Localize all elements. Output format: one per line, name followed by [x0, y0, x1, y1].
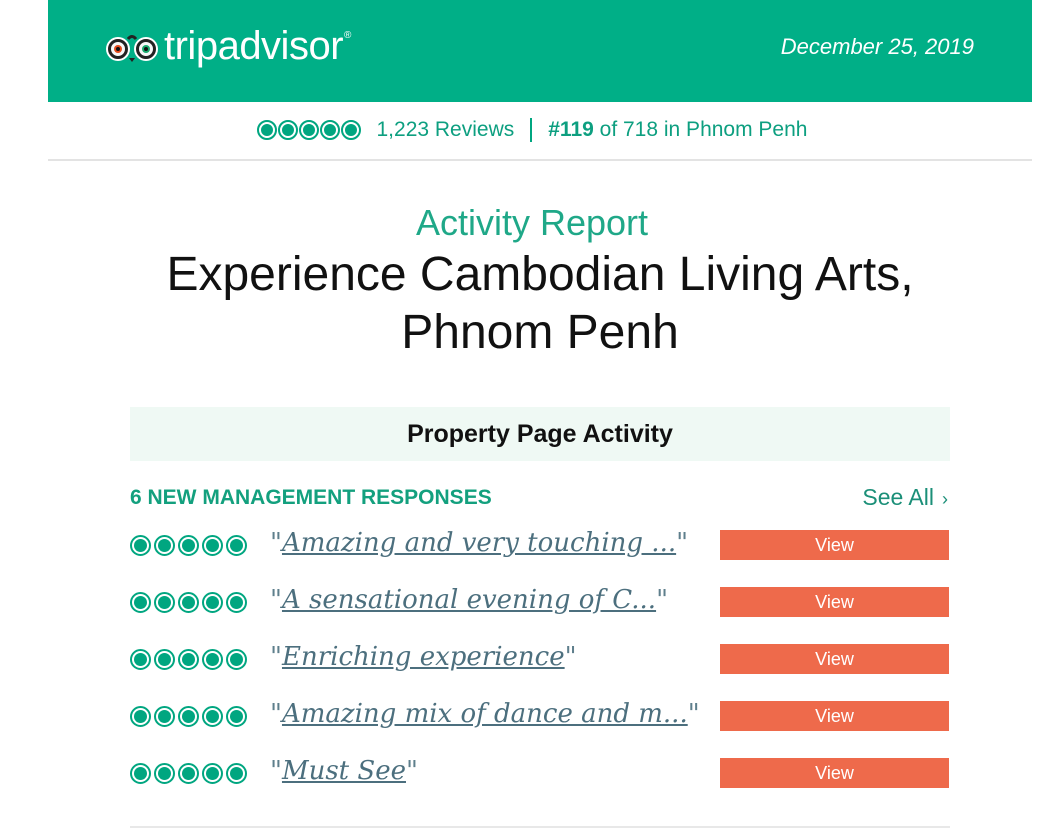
rating-bubble-icon	[226, 535, 247, 556]
rating-bubble-icon	[298, 120, 319, 140]
responses-heading: 6 NEW MANAGEMENT RESPONSES	[130, 486, 492, 509]
review-title-link[interactable]: Must See	[282, 756, 406, 786]
see-all-label: See All	[862, 484, 934, 510]
rating-bubble-icon	[130, 763, 151, 784]
rating-bubble-icon	[154, 592, 175, 613]
list-item: "Amazing and very touching ..." View	[130, 528, 950, 562]
review-title: "A sensational evening of C..."	[270, 585, 669, 615]
page-title: Experience Cambodian Living Arts, Phnom …	[166, 248, 914, 359]
section-title: Property Page Activity	[407, 419, 673, 448]
rating-bubble-icon	[202, 535, 223, 556]
view-button[interactable]: View	[720, 644, 949, 674]
rating-bubble-icon	[154, 649, 175, 670]
review-title: "Amazing and very touching ..."	[270, 528, 689, 558]
list-item: "Enriching experience" View	[130, 642, 950, 676]
rating-bubbles	[130, 706, 247, 727]
rank-suffix: of 718 in Phnom Penh	[599, 118, 808, 141]
rating-bubble-icon	[226, 592, 247, 613]
rating-bubble-icon	[202, 763, 223, 784]
rating-bubble-icon	[202, 592, 223, 613]
see-all-link[interactable]: See All ›	[862, 484, 948, 511]
review-title: "Must See"	[270, 756, 418, 786]
rating-bubble-icon	[178, 706, 199, 727]
rating-bubble-icon	[178, 535, 199, 556]
rating-bubble-icon	[256, 120, 277, 140]
rating-bubble-icon	[154, 535, 175, 556]
list-item: "Amazing mix of dance and m..." View	[130, 699, 950, 733]
divider	[530, 118, 533, 142]
review-title-link[interactable]: A sensational evening of C...	[282, 585, 656, 615]
rating-bubble-icon	[319, 120, 340, 140]
divider	[48, 159, 1032, 161]
rating-bubble-icon	[340, 120, 361, 140]
tripadvisor-logo[interactable]: tripadvisor®	[104, 23, 351, 70]
header-banner: tripadvisor® December 25, 2019	[48, 0, 1032, 102]
rating-bubbles	[130, 535, 247, 556]
rating-bubbles	[130, 649, 247, 670]
list-item: "A sensational evening of C..." View	[130, 585, 950, 619]
report-date: December 25, 2019	[780, 34, 974, 59]
rating-bubble-icon	[226, 706, 247, 727]
divider	[130, 826, 950, 828]
rating-bubble-icon	[178, 592, 199, 613]
rating-bubbles	[130, 763, 247, 784]
list-item: "Must See" View	[130, 756, 950, 790]
rating-bubble-icon	[154, 763, 175, 784]
owl-logo-icon	[106, 35, 158, 62]
rating-bubbles	[130, 592, 247, 613]
rating-bubble-icon	[226, 649, 247, 670]
rating-bubble-icon	[277, 120, 298, 140]
review-title-link[interactable]: Amazing and very touching ...	[282, 528, 676, 558]
report-label: Activity Report	[415, 202, 649, 243]
view-button[interactable]: View	[720, 587, 949, 617]
view-button[interactable]: View	[720, 758, 949, 788]
rating-bubble-icon	[178, 763, 199, 784]
review-title-link[interactable]: Amazing mix of dance and m...	[282, 699, 688, 729]
rating-bubble-icon	[202, 706, 223, 727]
view-button[interactable]: View	[720, 701, 949, 731]
review-title-link[interactable]: Enriching experience	[282, 642, 565, 672]
rating-bubble-icon	[130, 592, 151, 613]
view-button[interactable]: View	[720, 530, 949, 560]
chevron-right-icon: ›	[942, 489, 948, 509]
section-header: Property Page Activity	[130, 407, 950, 461]
rank-number: #119	[548, 118, 594, 141]
rating-summary: 1,223 Reviews #119 of 718 in Phnom Penh	[0, 110, 1064, 150]
review-count: 1,223 Reviews	[376, 118, 515, 141]
rating-bubble-icon	[178, 649, 199, 670]
rating-bubble-icon	[154, 706, 175, 727]
rating-bubble-icon	[130, 706, 151, 727]
rating-bubble-icon	[202, 649, 223, 670]
rating-bubbles	[256, 120, 361, 140]
review-title: "Amazing mix of dance and m..."	[270, 699, 700, 729]
rating-bubble-icon	[226, 763, 247, 784]
rating-bubble-icon	[130, 535, 151, 556]
review-title: "Enriching experience"	[270, 642, 577, 672]
brand-wordmark: tripadvisor®	[164, 23, 351, 68]
rating-bubble-icon	[130, 649, 151, 670]
